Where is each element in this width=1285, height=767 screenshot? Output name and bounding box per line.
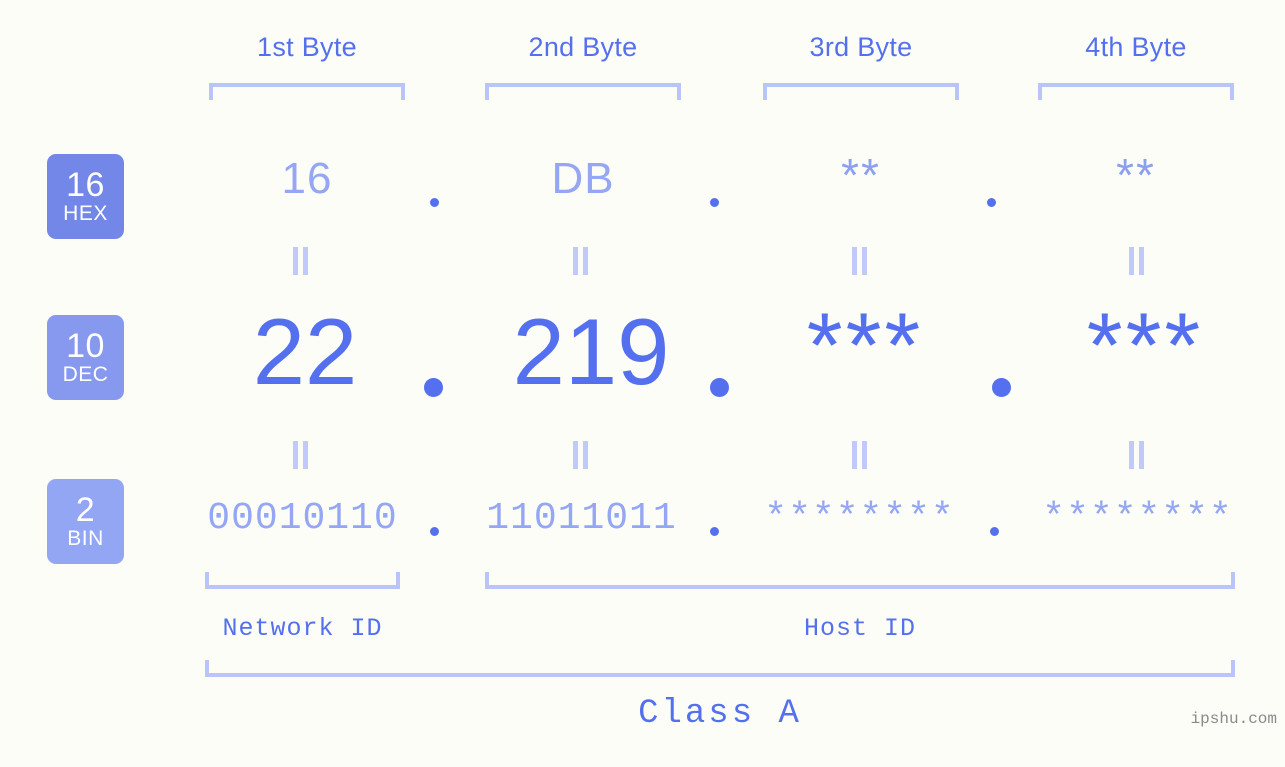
dec-byte-2: 219 bbox=[512, 299, 670, 404]
host-id-label: Host ID bbox=[803, 614, 917, 643]
dec-separator-1 bbox=[424, 378, 443, 397]
byte-header-1: 1st Byte bbox=[257, 32, 357, 62]
byte-header-3: 3rd Byte bbox=[809, 32, 913, 62]
radix-badge-dec-label: DEC bbox=[62, 363, 109, 387]
network-id-bracket bbox=[205, 572, 400, 589]
radix-badge-hex: 16 HEX bbox=[47, 154, 124, 239]
radix-badge-bin-label: BIN bbox=[67, 527, 104, 551]
hex-separator-3 bbox=[987, 198, 996, 207]
equivalence-mark-hex-dec-3 bbox=[851, 247, 869, 275]
dec-separator-2 bbox=[710, 378, 729, 397]
bin-separator-3 bbox=[990, 527, 999, 536]
radix-badge-bin: 2 BIN bbox=[47, 479, 124, 564]
bin-byte-3: ******** bbox=[764, 497, 955, 540]
hex-byte-4: ** bbox=[1116, 149, 1156, 201]
equivalence-mark-hex-dec-2 bbox=[572, 247, 590, 275]
radix-badge-hex-number: 16 bbox=[66, 165, 105, 204]
bin-separator-1 bbox=[430, 527, 439, 536]
class-label: Class A bbox=[638, 695, 802, 733]
host-id-bracket bbox=[485, 572, 1235, 589]
bin-separator-2 bbox=[710, 527, 719, 536]
dec-byte-4: *** bbox=[1086, 295, 1204, 397]
byte-header-4: 4th Byte bbox=[1085, 32, 1187, 62]
dec-separator-3 bbox=[992, 378, 1011, 397]
byte-bracket-2 bbox=[485, 83, 681, 100]
bin-byte-1: 00010110 bbox=[207, 497, 398, 540]
hex-byte-3: ** bbox=[841, 149, 881, 201]
network-id-label: Network ID bbox=[222, 614, 383, 643]
equivalence-mark-dec-bin-2 bbox=[572, 441, 590, 469]
dec-byte-3: *** bbox=[806, 295, 924, 397]
equivalence-mark-dec-bin-4 bbox=[1128, 441, 1146, 469]
bin-byte-4: ******** bbox=[1042, 497, 1233, 540]
hex-separator-2 bbox=[710, 198, 719, 207]
equivalence-mark-hex-dec-4 bbox=[1128, 247, 1146, 275]
radix-badge-bin-number: 2 bbox=[75, 490, 96, 529]
ip-address-breakdown-diagram: 1st Byte 2nd Byte 3rd Byte 4th Byte 16 H… bbox=[0, 0, 1285, 767]
equivalence-mark-dec-bin-1 bbox=[292, 441, 310, 469]
radix-badge-hex-label: HEX bbox=[63, 202, 108, 226]
equivalence-mark-dec-bin-3 bbox=[851, 441, 869, 469]
site-watermark: ipshu.com bbox=[1190, 710, 1277, 728]
equivalence-mark-hex-dec-1 bbox=[292, 247, 310, 275]
byte-header-2: 2nd Byte bbox=[528, 32, 638, 62]
byte-bracket-1 bbox=[209, 83, 405, 100]
byte-bracket-4 bbox=[1038, 83, 1234, 100]
byte-bracket-3 bbox=[763, 83, 959, 100]
hex-separator-1 bbox=[430, 198, 439, 207]
radix-badge-dec-number: 10 bbox=[66, 326, 105, 365]
class-bracket bbox=[205, 660, 1235, 677]
dec-byte-1: 22 bbox=[252, 299, 358, 404]
hex-byte-1: 16 bbox=[281, 154, 333, 203]
radix-badge-dec: 10 DEC bbox=[47, 315, 124, 400]
bin-byte-2: 11011011 bbox=[486, 497, 677, 540]
hex-byte-2: DB bbox=[551, 154, 615, 203]
